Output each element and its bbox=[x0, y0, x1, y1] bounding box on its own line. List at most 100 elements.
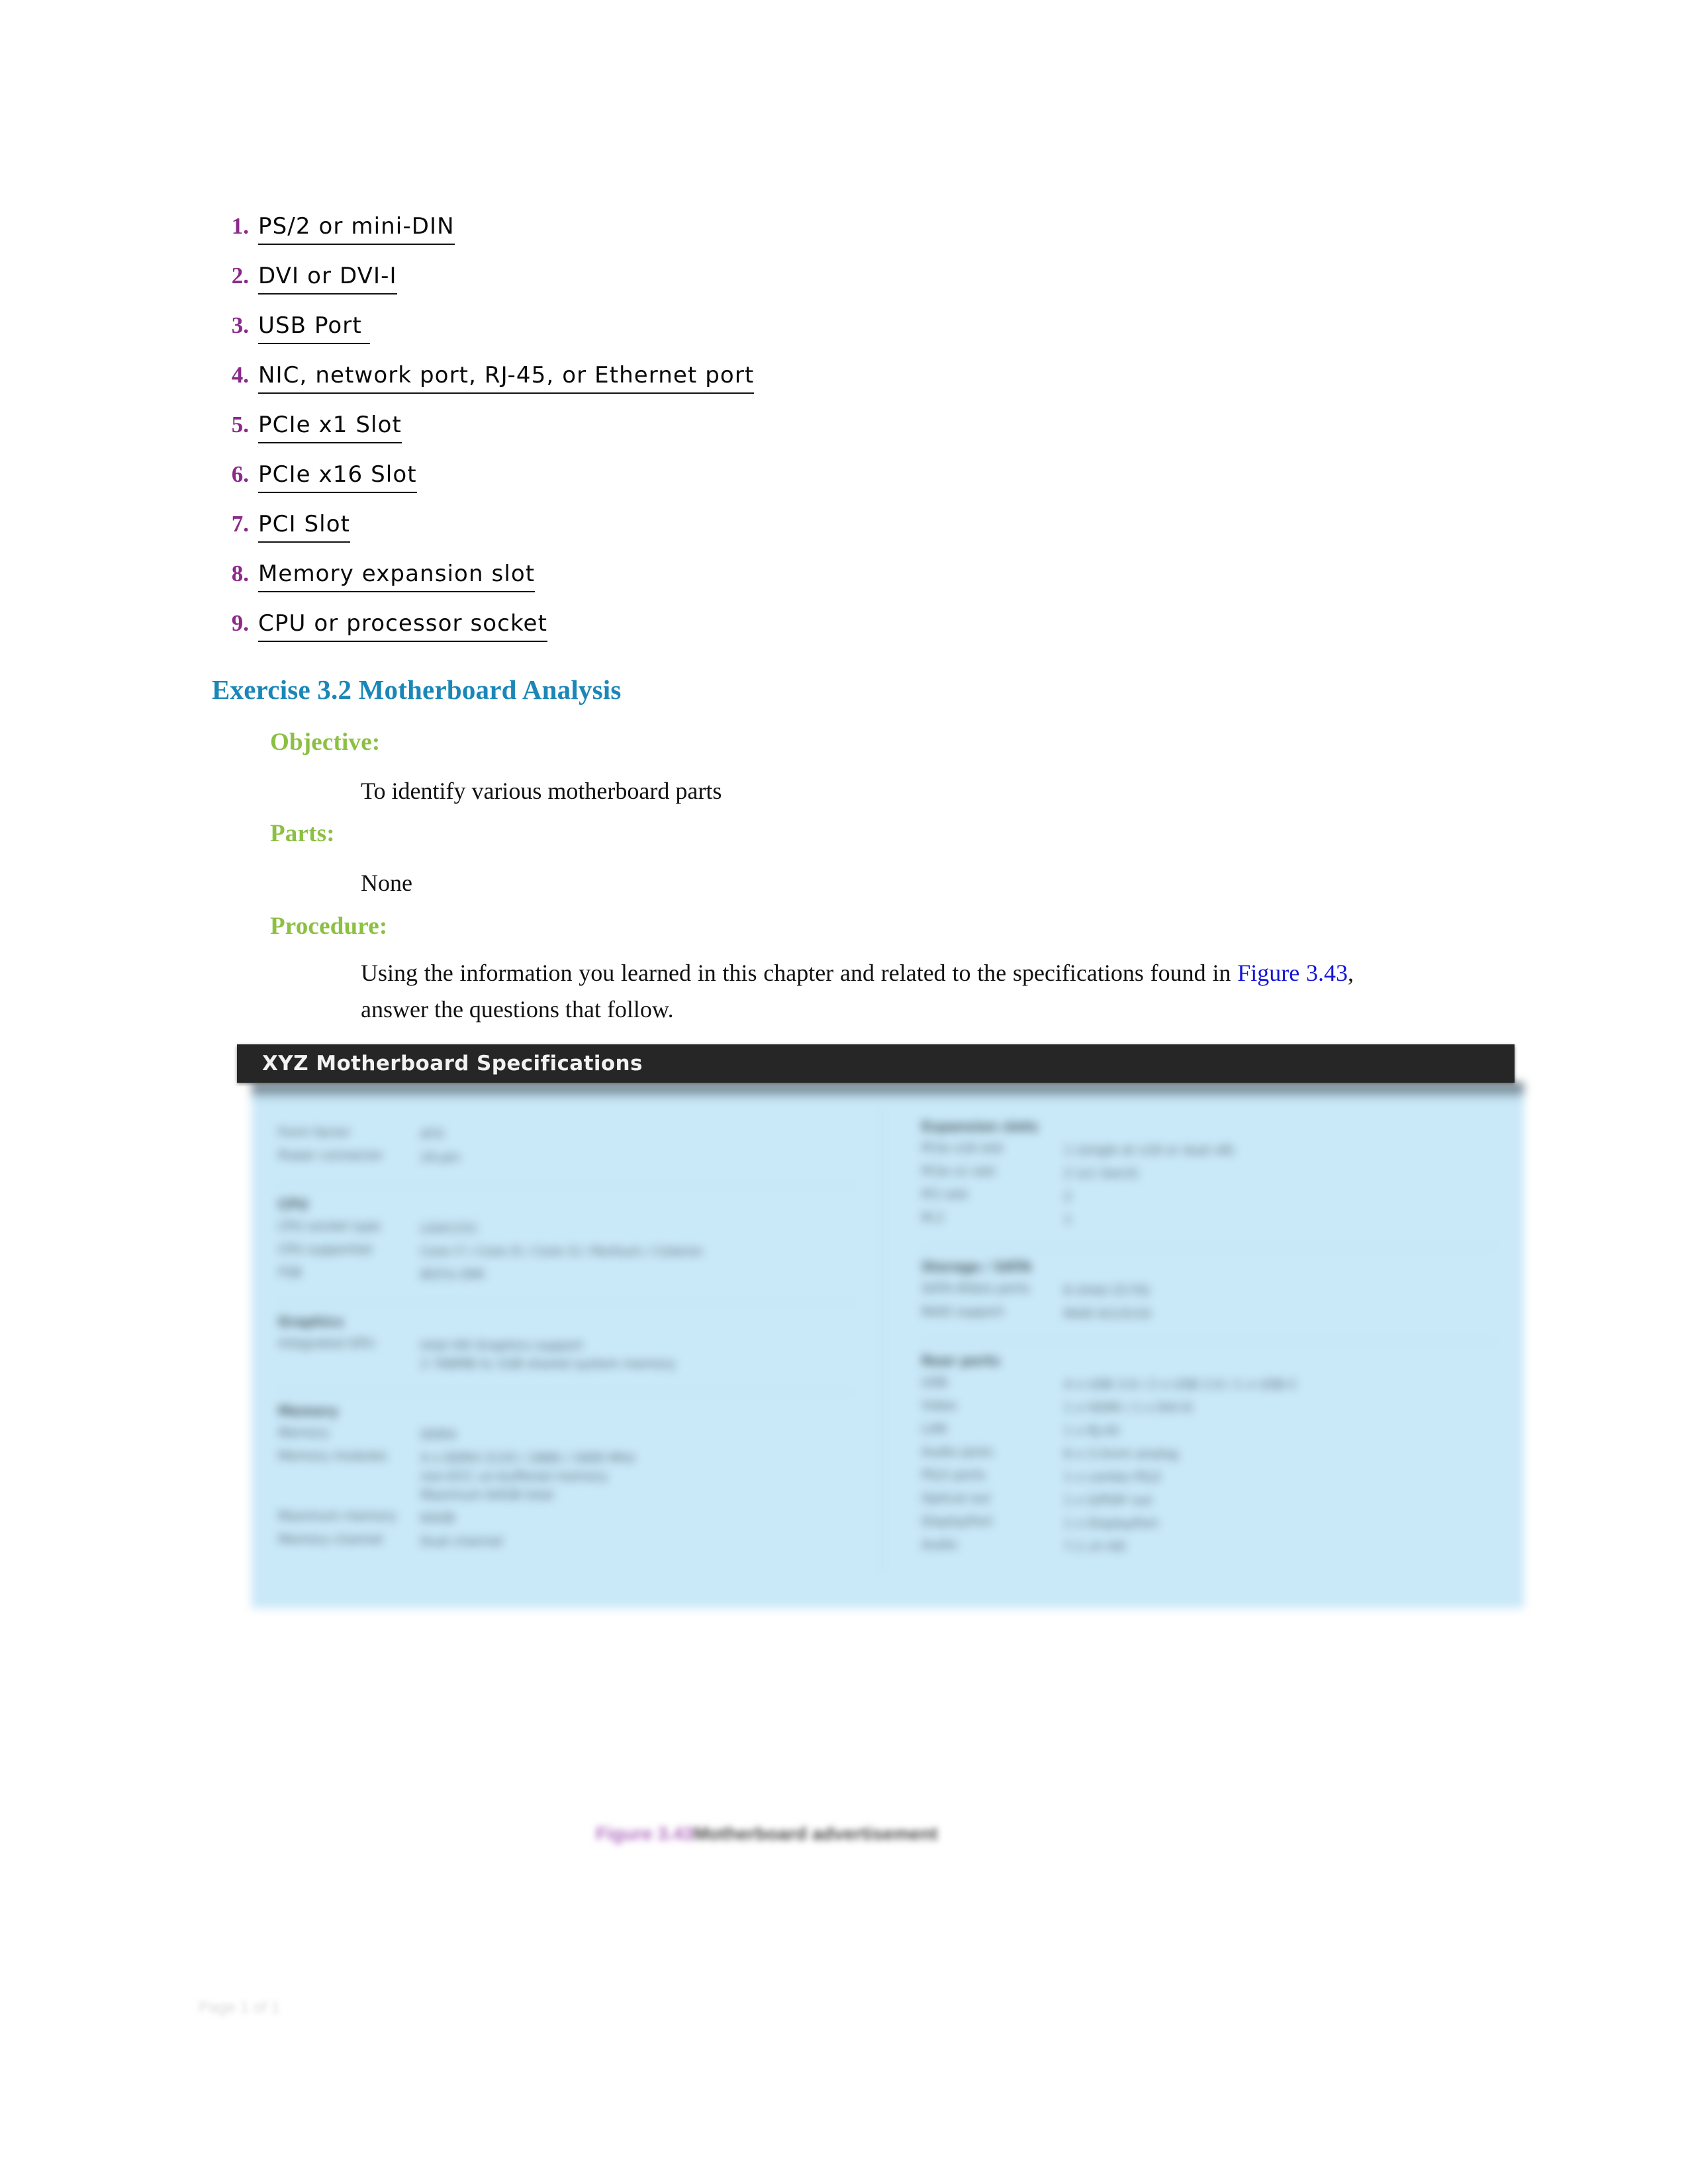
spec-value: 2 (x1 Gen3) bbox=[1064, 1166, 1139, 1181]
spec-group: Graphics Integrated GPU Intel HD Graphic… bbox=[278, 1303, 854, 1392]
spec-group-title: Graphics bbox=[278, 1314, 344, 1330]
spec-key: CPU supported bbox=[278, 1242, 372, 1257]
spec-key: Audio bbox=[921, 1537, 958, 1552]
spec-row: Maximum memory 64GB bbox=[278, 1509, 854, 1527]
spec-row: Power connector 24-pin bbox=[278, 1148, 854, 1167]
spec-group: Expansion slots PCIe x16 slot 1 (single … bbox=[921, 1108, 1497, 1248]
procedure-text-before: Using the information you learned in thi… bbox=[361, 960, 1238, 986]
spec-row: DisplayPort 1 x DisplayPort bbox=[921, 1514, 1497, 1533]
list-item-answer: NIC, network port, RJ-45, or Ethernet po… bbox=[258, 359, 755, 394]
spec-group-title: Memory bbox=[278, 1403, 338, 1419]
spec-column-right: Expansion slots PCIe x16 slot 1 (single … bbox=[921, 1108, 1497, 1574]
spec-value: 24-pin bbox=[420, 1150, 461, 1165]
spec-value: 8GT/s DMI bbox=[420, 1267, 485, 1282]
spec-key: Integrated GPU bbox=[278, 1336, 375, 1351]
spec-key: PCIe x16 slot bbox=[921, 1141, 1004, 1156]
spec-group: CPU CPU socket type LGA1151 CPU supporte… bbox=[278, 1186, 854, 1303]
spec-group: Storage / SATA SATA 6Gb/s ports 6 (Intel… bbox=[921, 1248, 1497, 1342]
spec-row: Audio 7.1 ch HD bbox=[921, 1537, 1497, 1556]
spec-key: M.2 bbox=[921, 1210, 945, 1225]
list-item: 3. USB Port bbox=[218, 310, 1476, 344]
spec-value: 1 (single at x16 or dual x8) bbox=[1064, 1143, 1235, 1158]
spec-value: Dual channel bbox=[420, 1534, 503, 1549]
spec-key: Memory modules bbox=[278, 1449, 387, 1463]
spec-value: Core i7 / Core i5 / Core i3 / Pentium / … bbox=[420, 1244, 703, 1259]
list-item-number: 9. bbox=[231, 610, 249, 636]
figure-spec-body: Form factor ATX Power connector 24-pin C… bbox=[252, 1083, 1524, 1608]
spec-value: 1 x HDMI / 1 x DVI-D bbox=[1064, 1400, 1193, 1415]
spec-value: 6 x 3.5mm analog bbox=[1064, 1447, 1178, 1461]
spec-value: 1 x RJ-45 bbox=[1064, 1424, 1120, 1438]
figure-caption-text: Motherboard advertisement bbox=[693, 1823, 938, 1844]
figure-titlebar: XYZ Motherboard Specifications bbox=[237, 1044, 1515, 1083]
spec-group-title: CPU bbox=[278, 1197, 308, 1212]
list-item-answer: CPU or processor socket bbox=[258, 608, 548, 642]
spec-row: Form factor ATX bbox=[278, 1125, 854, 1144]
spec-group: Form factor ATX Power connector 24-pin bbox=[278, 1108, 854, 1186]
spec-value: 7.1 ch HD bbox=[1064, 1539, 1126, 1554]
spec-group-title: Expansion slots bbox=[921, 1118, 1039, 1134]
spec-key: PCIe x1 slot bbox=[921, 1164, 996, 1179]
spec-row: PCIe x1 slot 2 (x1 Gen3) bbox=[921, 1164, 1497, 1183]
spec-value: RAID 0/1/5/10 bbox=[1064, 1306, 1151, 1321]
parts-label: Parts: bbox=[270, 820, 335, 847]
spec-row: RAID support RAID 0/1/5/10 bbox=[921, 1304, 1497, 1323]
spec-row: SATA 6Gb/s ports 6 (Intel Z170) bbox=[921, 1281, 1497, 1300]
page-footer: Page 1 of 1 bbox=[199, 1999, 280, 2017]
figure-title-text: XYZ Motherboard Specifications bbox=[262, 1052, 643, 1075]
spec-key: Memory channel bbox=[278, 1532, 383, 1547]
list-item-answer: DVI or DVI-I bbox=[258, 260, 397, 295]
spec-value: LGA1151 bbox=[420, 1221, 478, 1236]
spec-row: Integrated GPU Intel HD Graphics support… bbox=[278, 1336, 854, 1373]
list-item-number: 1. bbox=[231, 213, 249, 239]
figure-body-blur-wrapper: Form factor ATX Power connector 24-pin C… bbox=[252, 1083, 1524, 1608]
spec-value: 1 x combo PS/2 bbox=[1064, 1470, 1162, 1484]
list-item-number: 5. bbox=[231, 412, 249, 437]
list-item-answer: USB Port bbox=[258, 310, 370, 344]
spec-row: CPU supported Core i7 / Core i5 / Core i… bbox=[278, 1242, 854, 1261]
spec-value: 4 x USB 3.0 / 2 x USB 2.0 / 1 x USB-C bbox=[1064, 1377, 1297, 1392]
list-item-answer: Memory expansion slot bbox=[258, 558, 536, 592]
spec-row: Memory modules 4 x DDR4 2133 / 1866 / 16… bbox=[278, 1449, 854, 1504]
spec-row: Optical out 1 x S/PDIF out bbox=[921, 1491, 1497, 1510]
spec-value: ATX bbox=[420, 1127, 445, 1142]
spec-group-title: Rear ports bbox=[921, 1353, 1000, 1369]
list-item-number: 4. bbox=[231, 362, 249, 388]
spec-key: DisplayPort bbox=[921, 1514, 993, 1529]
figure-reference-link[interactable]: Figure 3.43 bbox=[1237, 960, 1348, 986]
spec-value: 2 bbox=[1064, 1189, 1072, 1204]
spec-value: Intel HD Graphics support 2 768MB to 1GB… bbox=[420, 1338, 676, 1371]
spec-key: USB bbox=[921, 1375, 948, 1390]
spec-key: CPU socket type bbox=[278, 1219, 381, 1234]
spec-value: 1 x DisplayPort bbox=[1064, 1516, 1159, 1531]
list-item-answer: PCI Slot bbox=[258, 508, 351, 543]
list-item: 2. DVI or DVI-I bbox=[218, 260, 1476, 295]
list-item: 9. CPU or processor socket bbox=[218, 608, 1476, 642]
list-item-answer: PCIe x16 Slot bbox=[258, 459, 417, 493]
spec-key: Form factor bbox=[278, 1125, 351, 1140]
figure-caption-label: Figure 3.43 bbox=[596, 1823, 694, 1844]
objective-text: To identify various motherboard parts bbox=[361, 778, 722, 804]
spec-value: 64GB bbox=[420, 1511, 455, 1525]
objective-label: Objective: bbox=[270, 729, 381, 756]
figure-caption: Figure 3.43Motherboard advertisement bbox=[596, 1823, 938, 1844]
spec-row: LAN 1 x RJ-45 bbox=[921, 1422, 1497, 1440]
spec-key: RAID support bbox=[921, 1304, 1004, 1319]
figure-top-shadow bbox=[252, 1083, 1524, 1100]
procedure-text: Using the information you learned in thi… bbox=[361, 955, 1354, 1028]
list-item: 4. NIC, network port, RJ-45, or Ethernet… bbox=[218, 359, 1476, 394]
list-item-number: 3. bbox=[231, 312, 249, 338]
spec-key: PS/2 ports bbox=[921, 1468, 986, 1482]
list-item-answer: PCIe x1 Slot bbox=[258, 409, 402, 443]
spec-key: Memory bbox=[278, 1426, 330, 1440]
procedure-label: Procedure: bbox=[270, 913, 388, 940]
spec-row: M.2 1 bbox=[921, 1210, 1497, 1229]
spec-value: 1 x S/PDIF out bbox=[1064, 1493, 1152, 1508]
spec-row: Video 1 x HDMI / 1 x DVI-D bbox=[921, 1398, 1497, 1417]
spec-group-title: Storage / SATA bbox=[921, 1259, 1032, 1275]
spec-group: Memory Memory DDR4 Memory modules 4 x DD… bbox=[278, 1392, 854, 1569]
list-item-number: 7. bbox=[231, 511, 249, 537]
spec-row: USB 4 x USB 3.0 / 2 x USB 2.0 / 1 x USB-… bbox=[921, 1375, 1497, 1394]
list-item: 1. PS/2 or mini-DIN bbox=[218, 210, 1476, 245]
document-page: 1. PS/2 or mini-DIN 2. DVI or DVI-I 3. U… bbox=[0, 0, 1688, 2184]
